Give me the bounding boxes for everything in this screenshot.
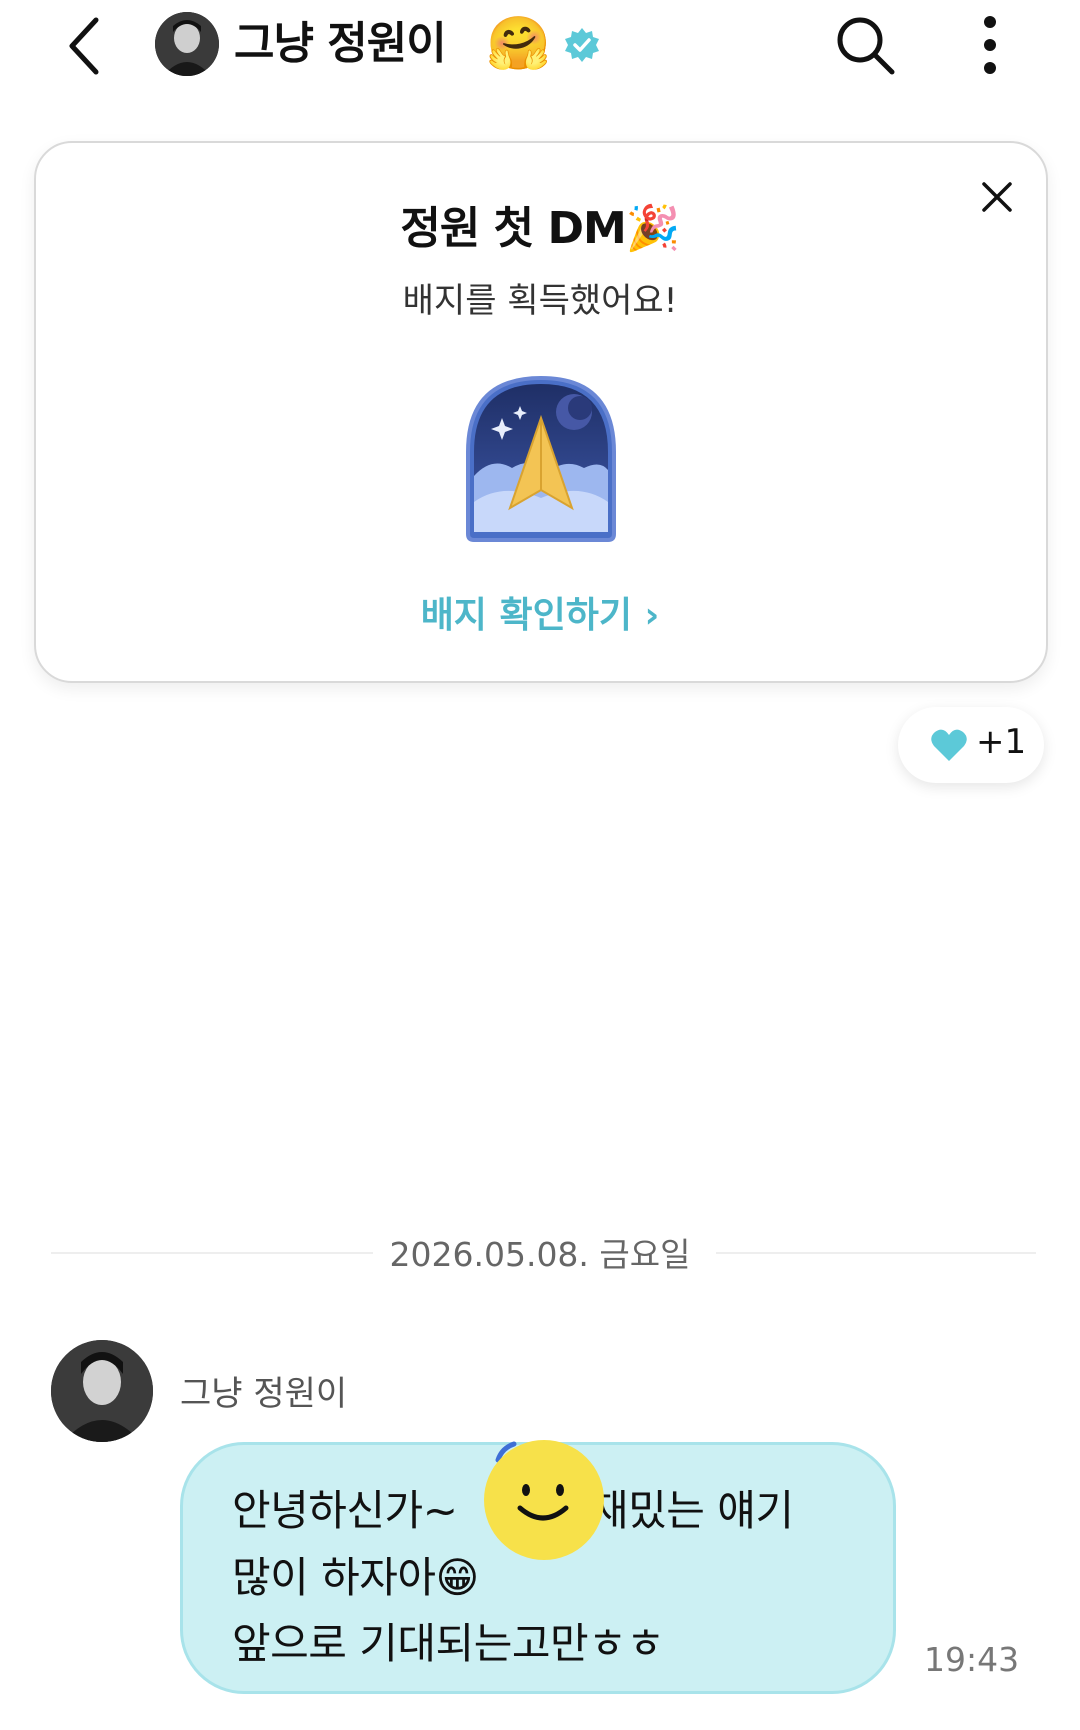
chevron-left-icon	[69, 17, 99, 75]
search-icon	[837, 17, 895, 75]
divider-line-right	[716, 1252, 1036, 1254]
view-badge-link[interactable]: 배지 확인하기 ›	[0, 586, 1080, 638]
more-vertical-icon	[984, 16, 996, 74]
search-button[interactable]	[832, 12, 898, 78]
message-line-1: 안녕하신가~	[232, 1486, 458, 1535]
message-timestamp: 19:43	[924, 1640, 1020, 1679]
profile-photo	[155, 12, 219, 76]
paper-plane-badge-icon[interactable]	[462, 372, 620, 544]
verified-badge-icon	[563, 26, 601, 64]
badge-card-title: 정원 첫 DM🎉	[400, 203, 680, 254]
sender-name: 그냥 정원이	[180, 1374, 348, 1414]
message-line-2: 많이 하자아😁	[232, 1553, 479, 1602]
profile-photo	[51, 1340, 153, 1442]
badge-card-subtitle: 배지를 획득했어요!	[402, 281, 678, 321]
heart-icon	[930, 727, 968, 763]
avatar[interactable]	[155, 12, 219, 76]
date-divider: 2026.05.08. 금요일	[389, 1235, 691, 1274]
divider-line-left	[51, 1252, 373, 1254]
message-line-1-tail: 재밌는 얘기	[590, 1486, 794, 1535]
message-line-3: 앞으로 기대되는고만ㅎㅎ	[232, 1619, 665, 1668]
page-title: 그냥 정원이	[234, 18, 447, 69]
smiley-sticker-icon	[476, 1430, 606, 1560]
back-button[interactable]	[60, 10, 120, 80]
hugging-face-emoji: 🤗	[486, 14, 551, 74]
reaction-count: +1	[976, 722, 1027, 762]
more-options-button[interactable]	[975, 12, 1005, 78]
sender-avatar[interactable]	[51, 1340, 153, 1442]
